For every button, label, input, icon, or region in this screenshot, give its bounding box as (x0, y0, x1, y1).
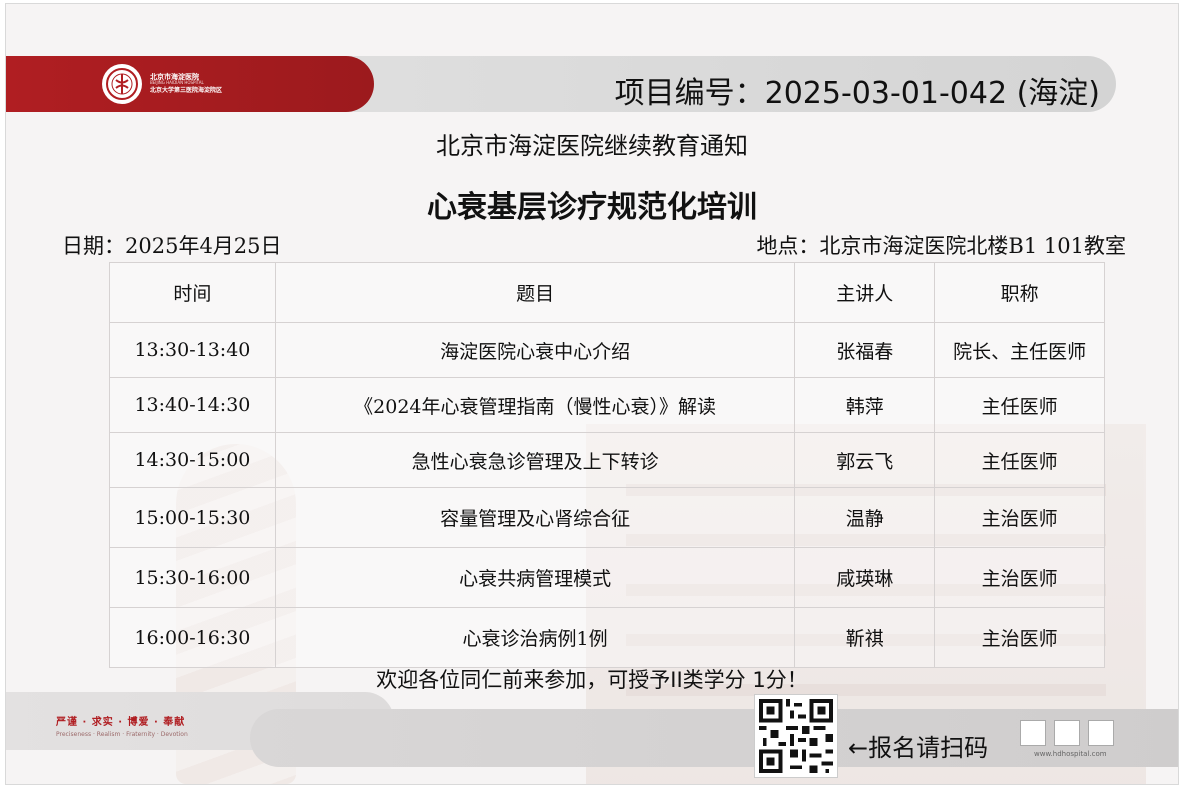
column-header-time: 时间 (109, 262, 276, 323)
table-row: 14:30-15:00 急性心衰急诊管理及上下转诊 郭云飞 主任医师 (109, 432, 1105, 488)
event-date: 日期：2025年4月25日 (62, 234, 282, 258)
cell-time: 13:40-14:30 (109, 377, 276, 433)
event-place: 地点：北京市海淀医院北楼B1 101教室 (756, 234, 1126, 258)
cell-speaker: 温静 (794, 487, 936, 548)
cell-speaker: 韩萍 (794, 377, 936, 433)
page-title: 心衰基层诊疗规范化培训 (427, 190, 757, 225)
project-number: 项目编号：2025-03-01-042 (海淀) (614, 76, 1100, 111)
cell-title: 主任医师 (934, 432, 1105, 488)
cell-time: 14:30-15:00 (109, 432, 276, 488)
cell-topic: 心衰诊治病例1例 (274, 607, 796, 668)
notice-slide: 北京市海淀医院 BEIJING HAIDIAN HOSPITAL 北京大学第三医… (5, 3, 1179, 785)
table-row: 13:40-14:30 《2024年心衰管理指南（慢性心衰）》解读 韩萍 主任医… (109, 377, 1105, 433)
small-qr-code (1054, 720, 1080, 746)
cell-topic: 心衰共病管理模式 (274, 547, 796, 608)
cell-title: 主治医师 (934, 547, 1105, 608)
small-qr-code (1088, 720, 1114, 746)
column-header-speaker: 主讲人 (794, 262, 936, 323)
notice-heading: 北京市海淀医院继续教育通知 (436, 132, 748, 160)
logo-name-en: BEIJING HAIDIAN HOSPITAL (150, 80, 204, 86)
cell-time: 13:30-13:40 (109, 322, 276, 378)
cell-topic: 《2024年心衰管理指南（慢性心衰）》解读 (274, 377, 796, 433)
hospital-motto: 严谨 · 求实 · 博爱 · 奉献 Preciseness · Realism … (56, 713, 188, 738)
schedule-table: 时间 题目 主讲人 职称 13:30-13:40 海淀医院心衰中心介绍 张福春 … (109, 262, 1105, 668)
cell-speaker: 靳祺 (794, 607, 936, 668)
hospital-logo-text: 北京市海淀医院 BEIJING HAIDIAN HOSPITAL 北京大学第三医… (150, 73, 223, 95)
registration-qr-code[interactable] (754, 694, 838, 778)
table-header-row: 时间 题目 主讲人 职称 (109, 262, 1105, 323)
motto-en: Preciseness · Realism · Fraternity · Dev… (56, 731, 188, 738)
cell-speaker: 郭云飞 (794, 432, 936, 488)
cell-time: 15:30-16:00 (109, 547, 276, 608)
column-header-topic: 题目 (274, 262, 796, 323)
cell-time: 16:00-16:30 (109, 607, 276, 668)
cell-time: 15:00-15:30 (109, 487, 276, 548)
hospital-emblem-icon (102, 64, 142, 104)
cell-topic: 急性心衰急诊管理及上下转诊 (274, 432, 796, 488)
table-row: 15:00-15:30 容量管理及心肾综合征 温静 主治医师 (109, 487, 1105, 548)
hospital-logo-band: 北京市海淀医院 BEIJING HAIDIAN HOSPITAL 北京大学第三医… (6, 56, 374, 112)
logo-sub-cn: 北京大学第三医院海淀院区 (150, 86, 223, 94)
table-row: 13:30-13:40 海淀医院心衰中心介绍 张福春 院长、主任医师 (109, 322, 1105, 378)
cell-title: 院长、主任医师 (934, 322, 1105, 378)
welcome-text: 欢迎各位同仁前来参加，可授予II类学分 1分！ (376, 668, 808, 692)
cell-topic: 容量管理及心肾综合征 (274, 487, 796, 548)
cell-title: 主任医师 (934, 377, 1105, 433)
cell-speaker: 咸瑛琳 (794, 547, 936, 608)
motto-cn: 严谨 · 求实 · 博爱 · 奉献 (56, 717, 186, 728)
small-qr-code (1020, 720, 1046, 746)
cell-title: 主治医师 (934, 487, 1105, 548)
cell-speaker: 张福春 (794, 322, 936, 378)
cell-title: 主治医师 (934, 607, 1105, 668)
column-header-title: 职称 (934, 262, 1105, 323)
hospital-website: www.hdhospital.com (1034, 750, 1107, 758)
table-row: 15:30-16:00 心衰共病管理模式 咸瑛琳 主治医师 (109, 547, 1105, 608)
cell-topic: 海淀医院心衰中心介绍 (274, 322, 796, 378)
table-row: 16:00-16:30 心衰诊治病例1例 靳祺 主治医师 (109, 607, 1105, 668)
scan-to-register-text: ←报名请扫码 (848, 734, 989, 762)
